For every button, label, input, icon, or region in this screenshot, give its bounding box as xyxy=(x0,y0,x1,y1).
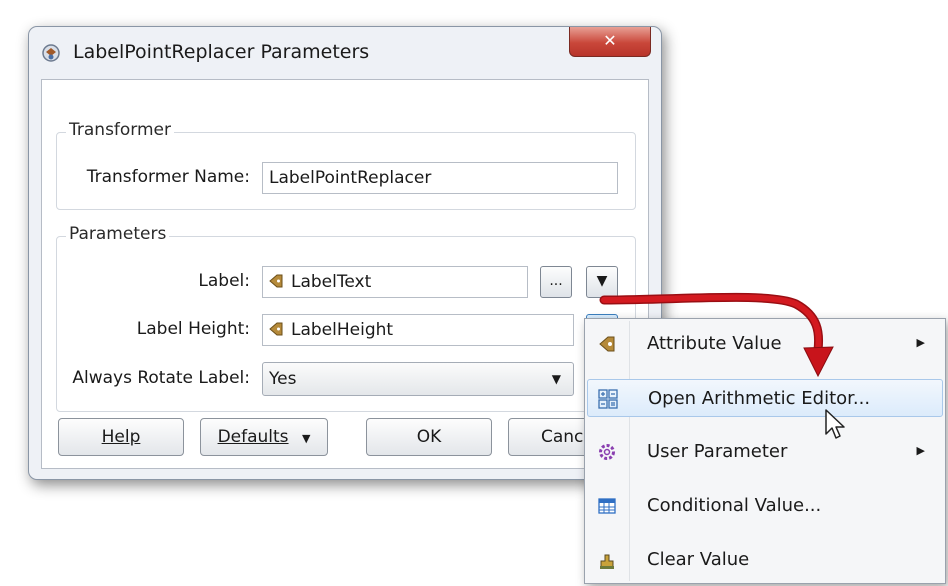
transformer-name-label: Transformer Name: xyxy=(86,167,250,187)
table-icon xyxy=(598,498,616,514)
chevron-down-icon: ▼ xyxy=(596,273,608,289)
dialog-content: Transformer Transformer Name: LabelPoint… xyxy=(41,79,649,469)
close-button[interactable]: ✕ xyxy=(569,27,651,57)
menu-item-conditional-value[interactable]: Conditional Value... xyxy=(587,487,943,525)
chevron-right-icon: ▶ xyxy=(916,444,925,457)
label-value: LabelText xyxy=(291,272,372,292)
label-field-label: Label: xyxy=(198,271,250,291)
close-icon: ✕ xyxy=(603,31,617,50)
attribute-icon xyxy=(269,322,283,336)
chevron-down-icon: ▼ xyxy=(551,372,561,386)
window-title: LabelPointReplacer Parameters xyxy=(73,41,370,63)
arithmetic-icon xyxy=(598,389,618,409)
always-rotate-select[interactable]: Yes ▼ xyxy=(262,362,574,396)
always-rotate-label: Always Rotate Label: xyxy=(72,368,250,388)
parameters-dialog: LabelPointReplacer Parameters ✕ Transfor… xyxy=(28,26,662,480)
ellipsis-label: ... xyxy=(549,273,563,289)
value-context-menu: Attribute Value ▶ Open Arithmetic Editor… xyxy=(584,318,946,584)
title-bar[interactable]: LabelPointReplacer Parameters ✕ xyxy=(29,27,661,79)
chevron-right-icon: ▶ xyxy=(916,336,925,349)
always-rotate-value: Yes xyxy=(269,369,297,389)
ok-button[interactable]: OK xyxy=(366,418,492,456)
cancel-button-label: Canc xyxy=(541,427,584,447)
transformer-name-value: LabelPointReplacer xyxy=(269,168,432,188)
menu-item-clear-value[interactable]: Clear Value xyxy=(587,541,943,579)
parameters-group-heading: Parameters xyxy=(66,224,170,244)
menu-item-label: Conditional Value... xyxy=(647,495,822,516)
defaults-button-label: Defaults xyxy=(217,427,289,447)
label-height-value: LabelHeight xyxy=(291,320,394,340)
transformer-group-heading: Transformer xyxy=(66,120,175,140)
menu-item-label: User Parameter xyxy=(647,441,788,462)
chevron-down-icon: ▼ xyxy=(301,432,311,445)
attribute-icon xyxy=(599,336,615,352)
attribute-icon xyxy=(269,274,283,288)
menu-item-label: Clear Value xyxy=(647,549,750,570)
help-button[interactable]: Help xyxy=(58,418,184,456)
menu-item-attribute-value[interactable]: Attribute Value ▶ xyxy=(587,325,943,363)
gear-icon xyxy=(599,444,615,460)
eraser-icon xyxy=(600,554,614,569)
label-input[interactable]: LabelText xyxy=(262,266,528,298)
label-menu-button[interactable]: ▼ xyxy=(586,266,618,298)
mouse-pointer-icon xyxy=(825,409,845,439)
label-height-input[interactable]: LabelHeight xyxy=(262,314,574,346)
transformer-name-input[interactable]: LabelPointReplacer xyxy=(262,162,618,194)
label-height-field-label: Label Height: xyxy=(136,319,250,339)
menu-item-label: Open Arithmetic Editor... xyxy=(648,388,871,409)
menu-item-user-parameter[interactable]: User Parameter ▶ xyxy=(587,433,943,471)
ok-button-label: OK xyxy=(416,427,442,447)
defaults-button[interactable]: Defaults ▼ xyxy=(200,418,328,456)
help-button-label: Help xyxy=(101,427,141,447)
menu-item-open-arithmetic-editor[interactable]: Open Arithmetic Editor... xyxy=(587,379,943,417)
transformer-icon xyxy=(42,44,60,62)
menu-item-label: Attribute Value xyxy=(647,333,782,354)
label-browse-button[interactable]: ... xyxy=(540,266,572,298)
